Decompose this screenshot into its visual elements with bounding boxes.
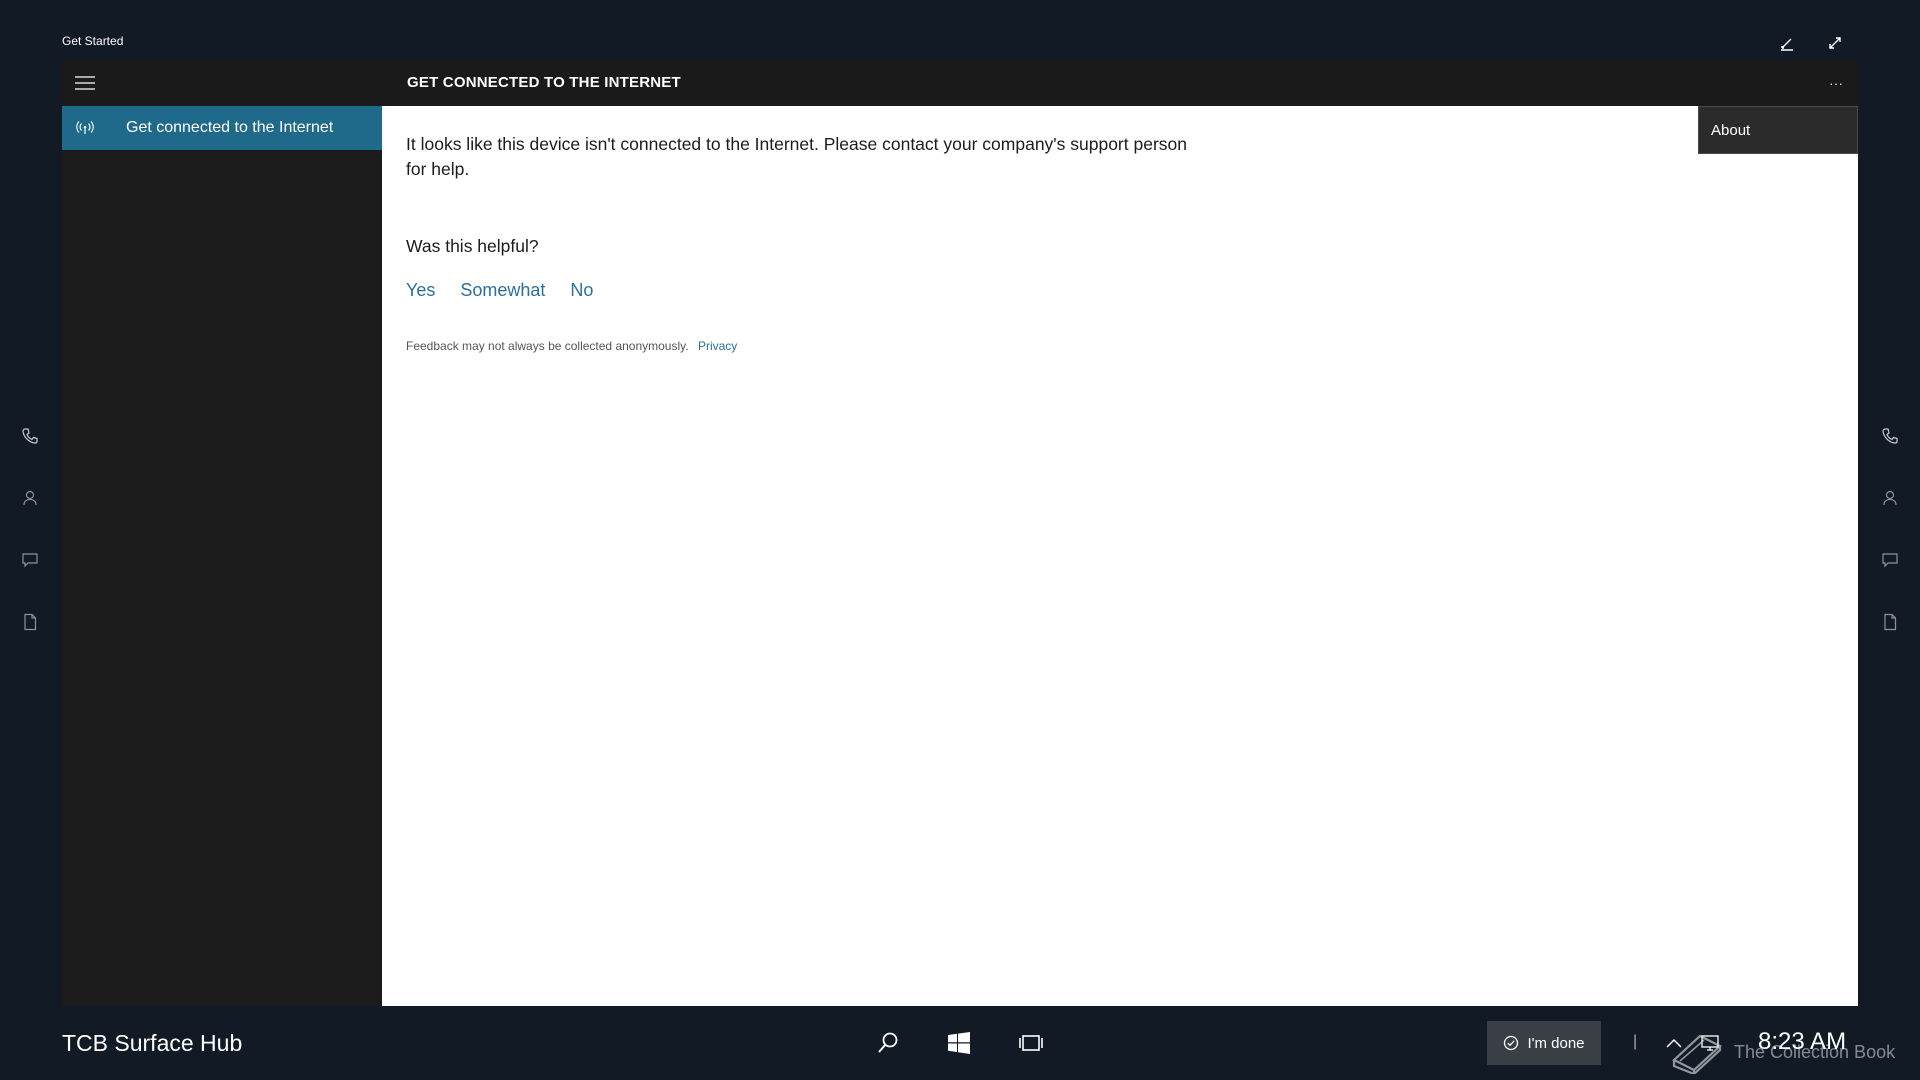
fullscreen-button[interactable] bbox=[1824, 32, 1846, 54]
im-done-label: I'm done bbox=[1527, 1034, 1585, 1052]
clock[interactable]: 8:23 AM bbox=[1758, 1028, 1846, 1056]
nav-item-label: Get connected to the Internet bbox=[126, 119, 334, 136]
more-options-button[interactable]: ··· bbox=[1824, 72, 1848, 94]
start-button[interactable] bbox=[942, 1028, 976, 1058]
phone-icon bbox=[22, 428, 38, 444]
chat-button[interactable] bbox=[16, 549, 44, 571]
chat-icon bbox=[1882, 553, 1898, 568]
document-button[interactable] bbox=[16, 611, 44, 633]
document-icon bbox=[24, 613, 37, 631]
people-button[interactable] bbox=[16, 487, 44, 509]
content-pane: It looks like this device isn't connecte… bbox=[382, 106, 1858, 1006]
app-window: GET CONNECTED TO THE INTERNET ··· Get co… bbox=[62, 60, 1858, 1006]
search-button[interactable] bbox=[871, 1028, 905, 1058]
phone-icon bbox=[1882, 428, 1898, 444]
nav-item-get-connected[interactable]: Get connected to the Internet bbox=[62, 106, 382, 150]
feedback-yes-link[interactable]: Yes bbox=[406, 280, 435, 301]
taskbar-separator: | bbox=[1633, 1033, 1638, 1050]
hamburger-icon bbox=[75, 76, 95, 90]
pen-icon bbox=[1781, 38, 1793, 51]
helpful-question: Was this helpful? bbox=[406, 236, 539, 256]
chat-icon bbox=[22, 553, 38, 568]
device-name: TCB Surface Hub bbox=[62, 1030, 243, 1056]
right-side-rail bbox=[1860, 425, 1920, 633]
wireless-icon bbox=[76, 121, 94, 134]
document-icon bbox=[1884, 613, 1897, 631]
about-label: About bbox=[1711, 121, 1751, 139]
document-button[interactable] bbox=[1876, 611, 1904, 633]
page-title: GET CONNECTED TO THE INTERNET bbox=[407, 74, 681, 91]
person-icon bbox=[23, 490, 37, 506]
phone-button[interactable] bbox=[16, 425, 44, 447]
feedback-somewhat-link[interactable]: Somewhat bbox=[460, 280, 545, 301]
hamburger-button[interactable] bbox=[74, 72, 96, 94]
person-icon bbox=[1883, 490, 1897, 506]
nav-item-icon-wrap bbox=[62, 120, 108, 136]
app-header: GET CONNECTED TO THE INTERNET ··· bbox=[62, 60, 1858, 106]
im-done-button[interactable]: I'm done bbox=[1487, 1021, 1601, 1065]
book-logo-icon bbox=[1672, 1034, 1722, 1074]
feedback-no-link[interactable]: No bbox=[570, 280, 593, 301]
feedback-options: Yes Somewhat No bbox=[406, 280, 593, 301]
phone-button[interactable] bbox=[1876, 425, 1904, 447]
search-icon bbox=[878, 1032, 898, 1053]
people-button[interactable] bbox=[1876, 487, 1904, 509]
expand-icon bbox=[1829, 37, 1841, 49]
check-circle-icon bbox=[1504, 1035, 1519, 1051]
feedback-disclaimer: Feedback may not always be collected ano… bbox=[406, 339, 737, 353]
left-side-rail bbox=[0, 425, 60, 633]
task-view-icon bbox=[1019, 1035, 1043, 1051]
nav-pane: Get connected to the Internet bbox=[62, 106, 382, 1006]
about-menu-item[interactable]: About bbox=[1698, 106, 1858, 154]
edit-button[interactable] bbox=[1776, 32, 1798, 54]
disclaimer-text: Feedback may not always be collected ano… bbox=[406, 339, 689, 353]
chat-button[interactable] bbox=[1876, 549, 1904, 571]
task-view-button[interactable] bbox=[1014, 1028, 1048, 1058]
privacy-link[interactable]: Privacy bbox=[698, 339, 737, 353]
no-internet-message: It looks like this device isn't connecte… bbox=[406, 134, 1187, 179]
window-title: Get Started bbox=[62, 34, 124, 48]
windows-logo-icon bbox=[948, 1032, 970, 1054]
